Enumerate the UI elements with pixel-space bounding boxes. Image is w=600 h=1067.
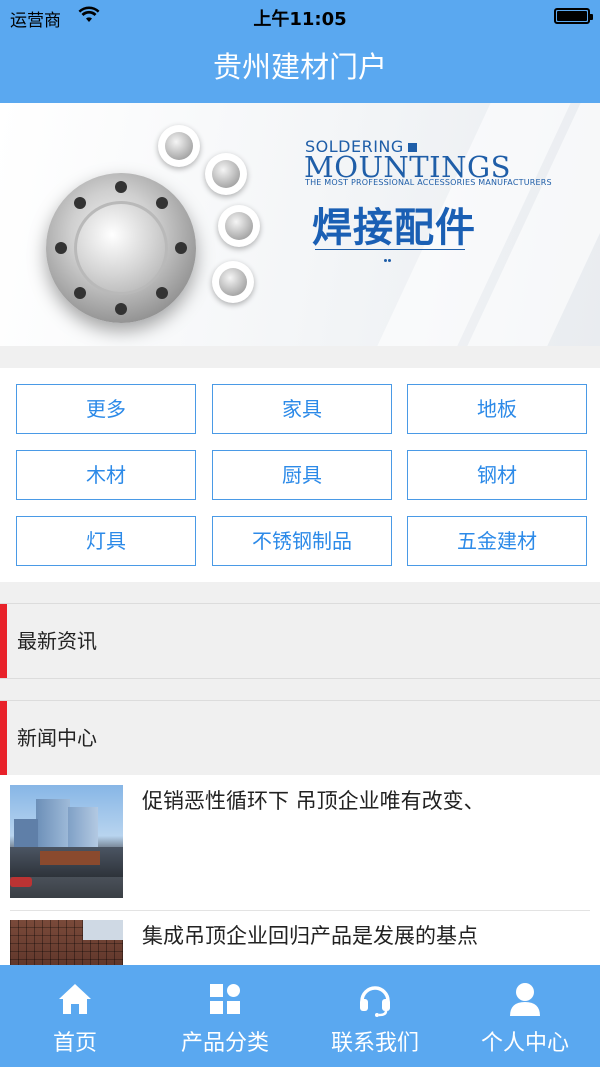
headset-icon [360, 986, 390, 1017]
tab-profile[interactable]: 个人中心 [450, 965, 600, 1067]
section-title: 新闻中心 [17, 726, 97, 750]
banner-line3: THE MOST PROFESSIONAL ACCESSORIES MANUFA… [305, 178, 552, 187]
page-title: 贵州建材门户 [212, 50, 387, 84]
category-flooring[interactable]: 地板 [407, 384, 587, 434]
category-kitchenware[interactable]: 厨具 [212, 450, 392, 500]
news-thumbnail [10, 785, 123, 898]
category-furniture[interactable]: 家具 [212, 384, 392, 434]
user-icon [510, 983, 540, 1016]
category-stainless-products[interactable]: 不锈钢制品 [212, 516, 392, 566]
home-icon [59, 984, 91, 1014]
section-accent-bar [0, 701, 7, 775]
clock: 上午11:05 [253, 9, 347, 30]
banner-headline: 焊接配件 [312, 205, 476, 251]
news-item[interactable]: 集成吊顶企业回归产品是发展的基点 [0, 910, 600, 965]
news-headline: 促销恶性循环下 吊顶企业唯有改变、 [142, 789, 485, 813]
battery-icon [554, 8, 593, 24]
bottom-tab-bar: 首页 产品分类 联系我们 个人中心 [0, 965, 600, 1067]
news-list: 促销恶性循环下 吊顶企业唯有改变、 集成吊顶企业回归产品是发展的基点 [0, 775, 600, 965]
grid-icon [210, 984, 240, 1014]
tab-categories[interactable]: 产品分类 [150, 965, 300, 1067]
section-title: 最新资讯 [17, 629, 97, 653]
tab-label: 个人中心 [480, 1031, 569, 1056]
status-bar: 运营商 上午11:05 [0, 0, 600, 34]
promo-banner[interactable]: SOLDERING MOUNTINGS THE MOST PROFESSIONA… [0, 103, 600, 346]
news-headline: 集成吊顶企业回归产品是发展的基点 [142, 924, 478, 948]
category-steel[interactable]: 钢材 [407, 450, 587, 500]
section-news-center[interactable]: 新闻中心 [0, 700, 600, 776]
category-hardware[interactable]: 五金建材 [407, 516, 587, 566]
flange-image [46, 173, 196, 323]
category-timber[interactable]: 木材 [16, 450, 196, 500]
category-more[interactable]: 更多 [16, 384, 196, 434]
tab-label: 联系我们 [330, 1031, 419, 1056]
tab-label: 产品分类 [180, 1031, 269, 1056]
reducer-image [218, 205, 260, 247]
tee-image [212, 261, 254, 303]
pipe-cap-image [158, 125, 200, 167]
section-accent-bar [0, 604, 7, 678]
app-header: 运营商 上午11:05 贵州建材门户 [0, 0, 600, 103]
banner-dots [384, 247, 392, 262]
tab-contact[interactable]: 联系我们 [300, 965, 450, 1067]
tab-home[interactable]: 首页 [0, 965, 150, 1067]
elbow-image [205, 153, 247, 195]
section-latest-news[interactable]: 最新资讯 [0, 603, 600, 679]
category-grid: 更多 家具 地板 木材 厨具 钢材 灯具 不锈钢制品 五金建材 [0, 368, 600, 582]
news-item[interactable]: 促销恶性循环下 吊顶企业唯有改变、 [0, 775, 600, 911]
news-thumbnail [10, 920, 123, 965]
category-lighting[interactable]: 灯具 [16, 516, 196, 566]
tab-label: 首页 [52, 1031, 97, 1056]
